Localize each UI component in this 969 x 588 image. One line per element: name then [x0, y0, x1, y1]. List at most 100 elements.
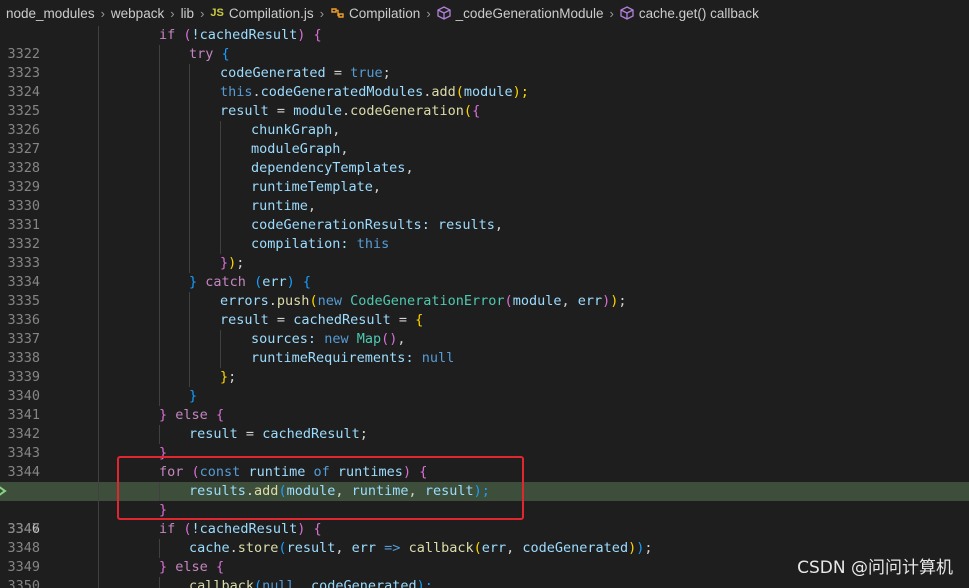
code-line[interactable]: 3324 codeGenerated = true;	[0, 64, 969, 100]
code-content: moduleGraph,	[251, 141, 349, 157]
indent-guide	[98, 216, 99, 235]
indent-guide	[189, 254, 190, 273]
indent-guide	[98, 254, 99, 273]
indent-guide	[159, 64, 160, 83]
code-content: cache.store(result, err => callback(err,…	[189, 540, 653, 556]
indent-guide	[98, 140, 99, 159]
breadcrumb-label: webpack	[110, 5, 165, 21]
indent-guide	[189, 83, 190, 102]
indent-guide	[98, 292, 99, 311]
indent-guide	[220, 349, 221, 368]
indent-guide	[189, 368, 190, 387]
code-line[interactable]: 3323 try {	[0, 45, 969, 81]
indent-guide	[98, 45, 99, 64]
code-line[interactable]: 3341 }	[0, 387, 969, 423]
indent-guide	[189, 349, 190, 368]
indent-guide	[159, 425, 160, 444]
indent-guide	[159, 254, 160, 273]
indent-guide	[220, 197, 221, 216]
indent-guide	[220, 330, 221, 349]
chevron-right-icon: ›	[100, 5, 105, 21]
method-icon	[437, 6, 451, 20]
indent-guide	[189, 140, 190, 159]
indent-guide	[189, 235, 190, 254]
indent-guide	[189, 330, 190, 349]
code-content: try {	[189, 46, 230, 62]
javascript-file-icon: JS	[210, 7, 224, 19]
code-line[interactable]: 3329 dependencyTemplates,	[0, 159, 969, 195]
code-line[interactable]: 3322 if (!cachedResult) {	[0, 26, 969, 62]
class-icon	[331, 8, 344, 18]
code-line[interactable]: 3330 runtimeTemplate,	[0, 178, 969, 214]
breadcrumb-label: lib	[180, 5, 195, 21]
indent-guide	[98, 520, 99, 539]
indent-guide	[159, 368, 160, 387]
indent-guide	[159, 140, 160, 159]
code-line[interactable]: 3337 result = cachedResult = {	[0, 311, 969, 347]
indent-guide	[159, 178, 160, 197]
indent-guide	[98, 501, 99, 520]
code-line[interactable]: 3339 runtimeRequirements: null	[0, 349, 969, 385]
breadcrumb-item-node-modules[interactable]: node_modules	[6, 6, 95, 21]
code-content: result = module.codeGeneration({	[220, 103, 481, 119]
code-line[interactable]: 3335 } catch (err) {	[0, 273, 969, 309]
code-line[interactable]: 3342 } else {	[0, 406, 969, 442]
indent-guide	[159, 197, 160, 216]
indent-guide	[159, 83, 160, 102]
chevron-right-icon: ›	[609, 5, 614, 21]
code-line[interactable]: 3343 result = cachedResult;	[0, 425, 969, 461]
indent-guide	[189, 121, 190, 140]
breadcrumb-label: _codeGenerationModule	[455, 5, 604, 21]
indent-guide	[98, 368, 99, 387]
code-content: codeGenerated = true;	[220, 65, 391, 81]
debug-current-line-arrow-icon[interactable]	[0, 485, 8, 497]
chevron-right-icon: ›	[200, 5, 205, 21]
breadcrumb: node_modules › webpack › lib › JS Compil…	[0, 0, 969, 26]
indent-guide	[159, 216, 160, 235]
code-line[interactable]: 3334 });	[0, 254, 969, 290]
breadcrumb-item-class[interactable]: Compilation	[330, 6, 420, 21]
breadcrumb-item-lib[interactable]: lib	[181, 6, 195, 21]
indent-guide	[98, 159, 99, 178]
indent-guide	[189, 64, 190, 83]
breadcrumb-label: node_modules	[6, 5, 95, 21]
code-line[interactable]: 3336 errors.push(new CodeGenerationError…	[0, 292, 969, 328]
code-line[interactable]: 3328 moduleGraph,	[0, 140, 969, 176]
code-line[interactable]: 3351 callback(null, codeGenerated);	[0, 577, 969, 588]
code-content: if (!cachedResult) {	[159, 27, 322, 43]
code-content: });	[220, 255, 245, 271]
indent-guide	[159, 45, 160, 64]
indent-guide	[189, 159, 190, 178]
code-line[interactable]: 3338 sources: new Map(),	[0, 330, 969, 366]
code-content: } catch (err) {	[189, 274, 312, 290]
indent-guide	[220, 216, 221, 235]
code-content: result = cachedResult = {	[220, 312, 424, 328]
code-line[interactable]: 3333 compilation: this	[0, 235, 969, 271]
code-line[interactable]: 3327 chunkGraph,	[0, 121, 969, 157]
chevron-right-icon: ›	[319, 5, 325, 21]
code-line[interactable]: 3326 result = module.codeGeneration({	[0, 102, 969, 138]
indent-guide	[159, 311, 160, 330]
chevron-right-icon: ›	[426, 5, 431, 21]
breadcrumb-item-callback[interactable]: cache.get() callback	[620, 6, 759, 21]
breadcrumb-item-file[interactable]: JS Compilation.js	[210, 6, 313, 21]
code-line[interactable]: 3348 if (!cachedResult) {	[0, 520, 969, 556]
indent-guide	[98, 387, 99, 406]
indent-guide	[189, 197, 190, 216]
code-content: result = cachedResult;	[189, 426, 368, 442]
code-content: if (!cachedResult) {	[159, 521, 322, 537]
indent-guide	[189, 216, 190, 235]
breadcrumb-item-webpack[interactable]: webpack	[111, 6, 164, 21]
indent-guide	[220, 159, 221, 178]
indent-guide	[98, 273, 99, 292]
code-line[interactable]: 3340 };	[0, 368, 969, 404]
code-line[interactable]: 3332 codeGenerationResults: results,	[0, 216, 969, 252]
code-line[interactable]: 3325 this.codeGeneratedModules.add(modul…	[0, 83, 969, 119]
breadcrumb-item-method[interactable]: _codeGenerationModule	[437, 6, 604, 21]
code-content: } else {	[159, 559, 225, 575]
indent-guide	[98, 444, 99, 463]
code-line[interactable]: 3331 runtime,	[0, 197, 969, 233]
code-content: runtimeTemplate,	[251, 179, 382, 195]
method-icon	[620, 6, 634, 20]
indent-guide	[220, 121, 221, 140]
